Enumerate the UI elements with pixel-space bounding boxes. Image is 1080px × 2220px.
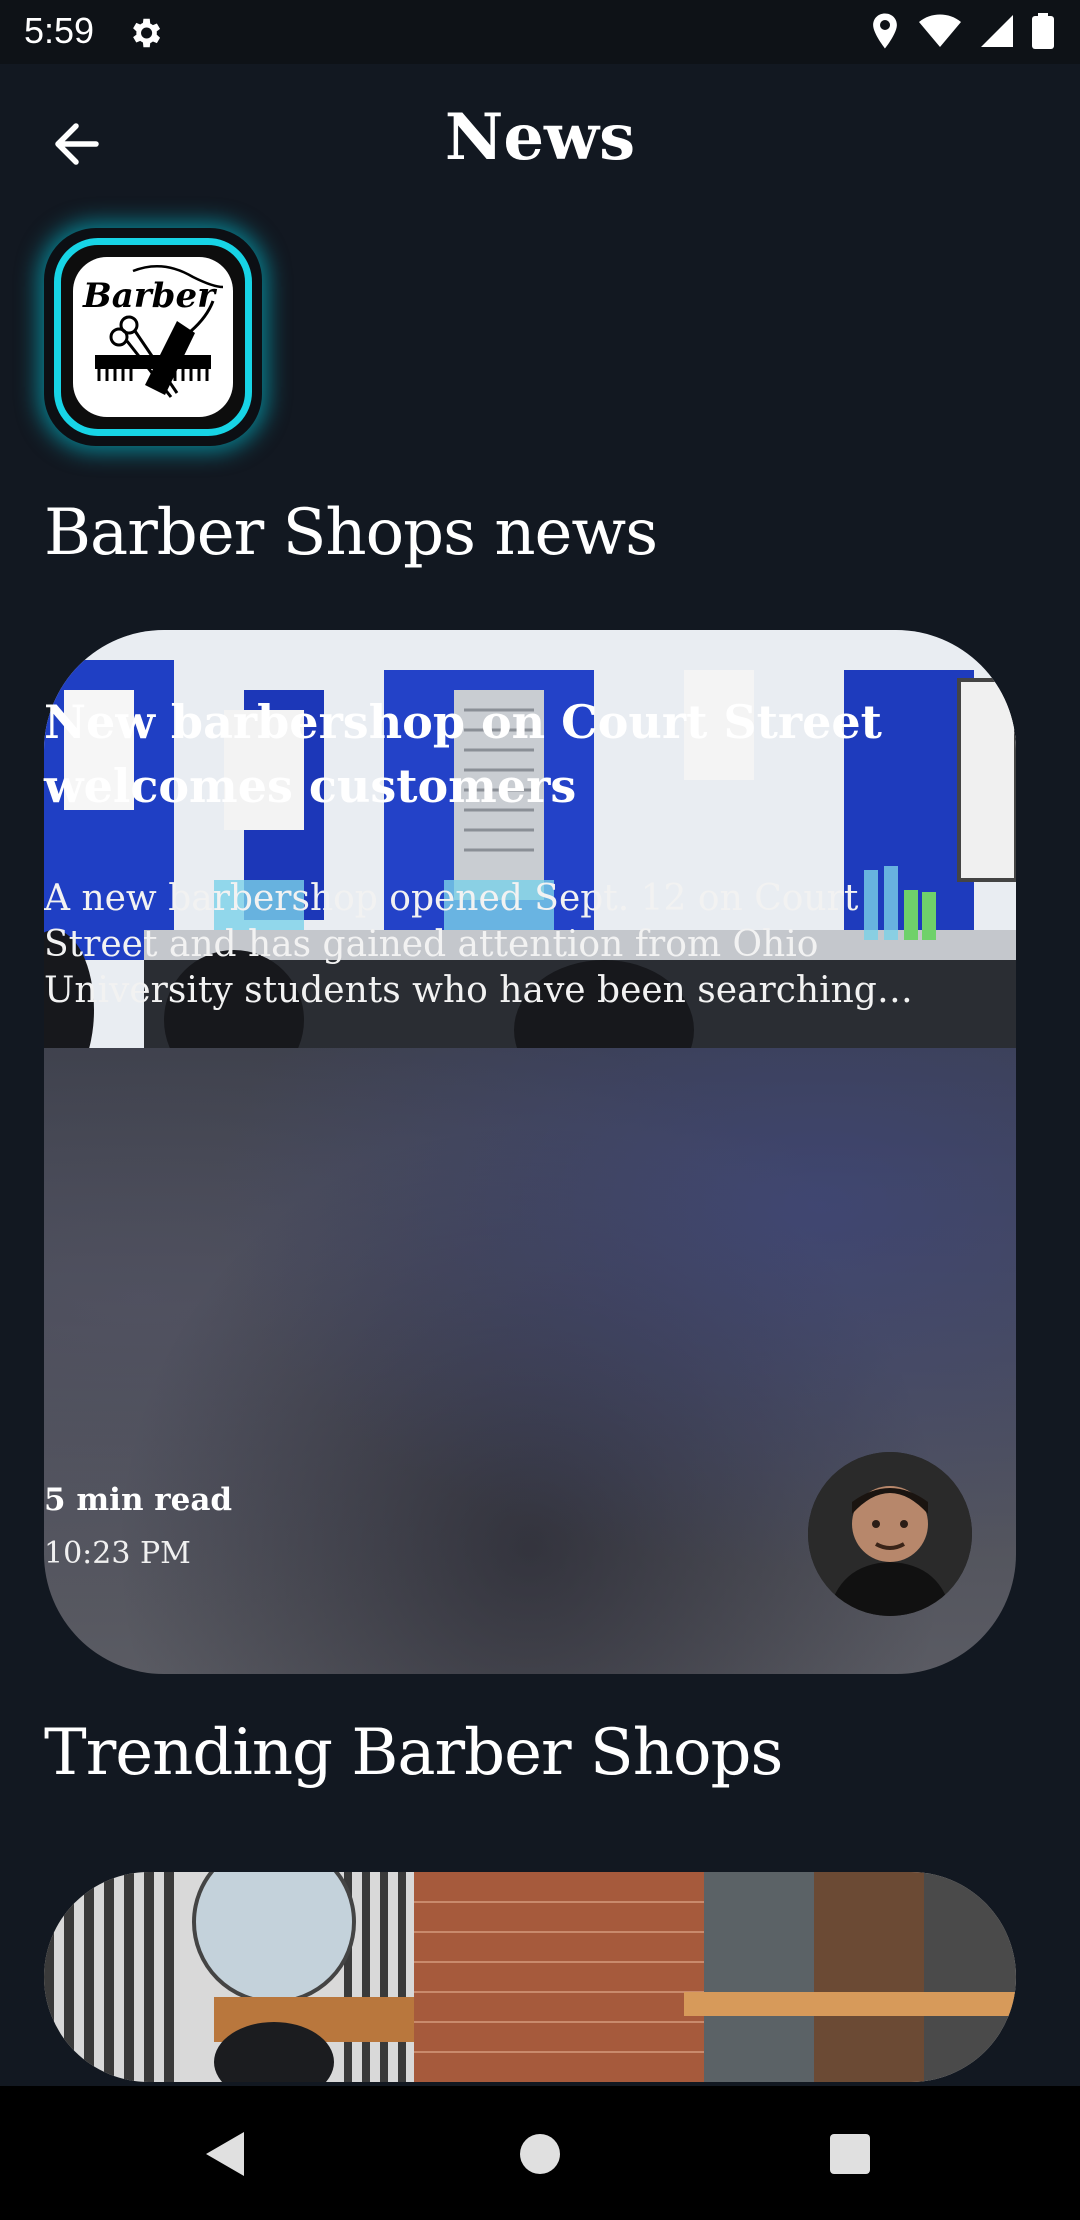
cell-signal-icon: [981, 15, 1013, 47]
svg-text:Barber: Barber: [82, 276, 217, 316]
read-time: 5 min read: [44, 1482, 233, 1518]
system-nav-bar: [0, 2086, 1080, 2220]
page-title: News: [444, 100, 636, 175]
clipper-scissors-icon: Barber: [82, 265, 224, 398]
trending-section-title: Trending Barber Shops: [44, 1716, 783, 1790]
trending-shop-photo: [44, 1872, 1016, 2082]
status-time: 5:59: [24, 10, 95, 51]
status-bar: 5:59: [0, 0, 1080, 64]
news-title[interactable]: New barbershop on Court Street welcomes …: [44, 690, 944, 818]
publish-time: 10:23 PM: [44, 1536, 191, 1571]
nav-back-icon[interactable]: [196, 2124, 256, 2184]
barber-logo: Barber: [44, 228, 262, 446]
battery-icon: [1032, 13, 1054, 49]
wifi-icon: [919, 14, 961, 47]
author-avatar[interactable]: [808, 1452, 972, 1616]
location-icon: [873, 13, 897, 49]
settings-gear-icon: [133, 18, 161, 48]
trending-shop-card[interactable]: [44, 1872, 1016, 2082]
news-description: A new barbershop opened Sept. 12 on Cour…: [44, 878, 877, 1011]
news-section-title: Barber Shops news: [44, 496, 658, 570]
nav-recents-icon[interactable]: [820, 2124, 880, 2184]
nav-home-icon[interactable]: [510, 2124, 570, 2184]
